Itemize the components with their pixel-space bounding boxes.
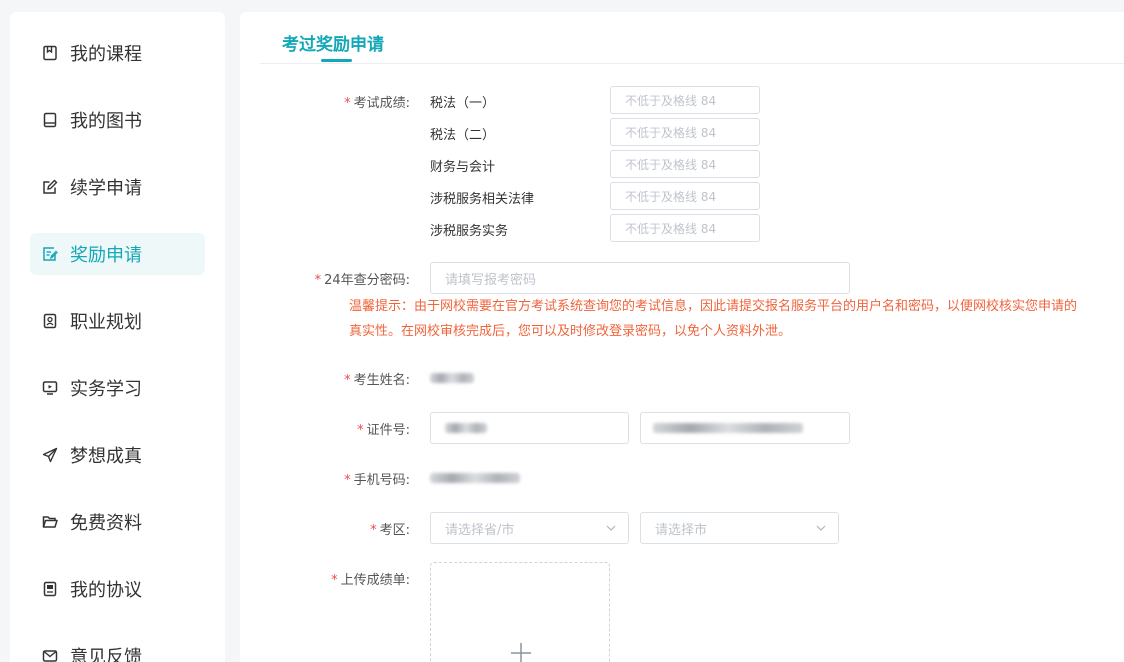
password-label: * 24年查分密码: [314, 273, 410, 288]
tab-active-indicator [321, 59, 352, 62]
sidebar-item-label: 免费资料 [70, 513, 142, 534]
sidebar-item-renewal[interactable]: 续学申请 [30, 166, 205, 208]
plus-icon [511, 643, 531, 662]
score-label: * 考试成绩: [344, 96, 410, 111]
chevron-down-icon [606, 525, 616, 531]
province-select-placeholder: 请选择省/市 [445, 522, 515, 538]
sidebar-item-label: 实务学习 [70, 379, 142, 400]
tab-divider [260, 63, 1124, 64]
phone-value-redacted [430, 473, 520, 483]
subject-name: 税法（二） [430, 128, 496, 143]
sidebar-item-feedback[interactable]: 意见反馈 [30, 635, 205, 662]
sidebar-item-label: 奖励申请 [70, 245, 142, 266]
id-type-select[interactable] [430, 412, 629, 444]
id-label: * 证件号: [357, 423, 410, 438]
id-type-redacted [445, 423, 487, 433]
chevron-down-icon [816, 525, 826, 531]
paper-plane-icon [42, 447, 58, 463]
score-input-finance[interactable]: 不低于及格线 84 [610, 150, 760, 178]
sidebar-item-practice[interactable]: 实务学习 [30, 367, 205, 409]
sidebar-item-label: 意见反馈 [70, 647, 142, 662]
id-number-input[interactable] [640, 412, 850, 444]
sidebar-item-my-courses[interactable]: 我的课程 [30, 32, 205, 74]
sidebar-item-dream[interactable]: 梦想成真 [30, 434, 205, 476]
city-select[interactable]: 请选择市 [640, 512, 839, 544]
edit-icon [42, 179, 58, 195]
book-icon [42, 112, 58, 128]
name-label: * 考生姓名: [344, 373, 410, 388]
score-input-tax-related-law[interactable]: 不低于及格线 84 [610, 182, 760, 210]
sidebar: 我的课程 我的图书 续学申请 奖励申请 职业规划 实务学习 梦想成真 免费资料 … [10, 12, 225, 662]
sidebar-item-label: 我的课程 [70, 44, 142, 65]
subject-name: 财务与会计 [430, 160, 496, 175]
sidebar-item-label: 梦想成真 [70, 446, 142, 467]
sidebar-item-label: 续学申请 [70, 178, 142, 199]
subject-name: 涉税服务实务 [430, 224, 509, 239]
monitor-icon [42, 380, 58, 396]
tab-reward-application[interactable]: 考过奖励申请 [282, 30, 384, 55]
city-select-placeholder: 请选择市 [655, 522, 708, 538]
subject-name: 税法（一） [430, 96, 496, 111]
id-card-icon [42, 313, 58, 329]
upload-area[interactable] [430, 562, 610, 662]
score-input-tax-practice[interactable]: 不低于及格线 84 [610, 214, 760, 242]
sidebar-item-reward[interactable]: 奖励申请 [30, 233, 205, 275]
mail-icon [42, 648, 58, 662]
score-input-tax-law-2[interactable]: 不低于及格线 84 [610, 118, 760, 146]
region-label: * 考区: [370, 523, 410, 538]
bookmark-icon [42, 45, 58, 61]
sidebar-item-label: 我的协议 [70, 580, 142, 601]
sidebar-item-my-books[interactable]: 我的图书 [30, 99, 205, 141]
sidebar-item-label: 职业规划 [70, 312, 142, 333]
form-edit-icon [42, 246, 58, 262]
subject-name: 涉税服务相关法律 [430, 192, 535, 207]
password-input[interactable]: 请填写报考密码 [430, 262, 850, 294]
main-panel: 考过奖励申请 * 考试成绩: 税法（一） 不低于及格线 84 税法（二） 不低于及… [240, 12, 1124, 662]
phone-label: * 手机号码: [344, 473, 410, 488]
folder-icon [42, 514, 58, 530]
name-value-redacted [430, 373, 474, 383]
sidebar-item-career[interactable]: 职业规划 [30, 300, 205, 342]
sidebar-item-agreement[interactable]: 我的协议 [30, 568, 205, 610]
upload-label: * 上传成绩单: [331, 573, 410, 588]
id-number-redacted [653, 423, 803, 433]
document-icon [42, 581, 58, 597]
sidebar-item-label: 我的图书 [70, 111, 142, 132]
warm-tip: 温馨提示：由于网校需要在官方考试系统查询您的考试信息，因此请提交报名服务平台的用… [349, 299, 1078, 339]
score-input-tax-law-1[interactable]: 不低于及格线 84 [610, 86, 760, 114]
province-select[interactable]: 请选择省/市 [430, 512, 629, 544]
sidebar-item-free-materials[interactable]: 免费资料 [30, 501, 205, 543]
